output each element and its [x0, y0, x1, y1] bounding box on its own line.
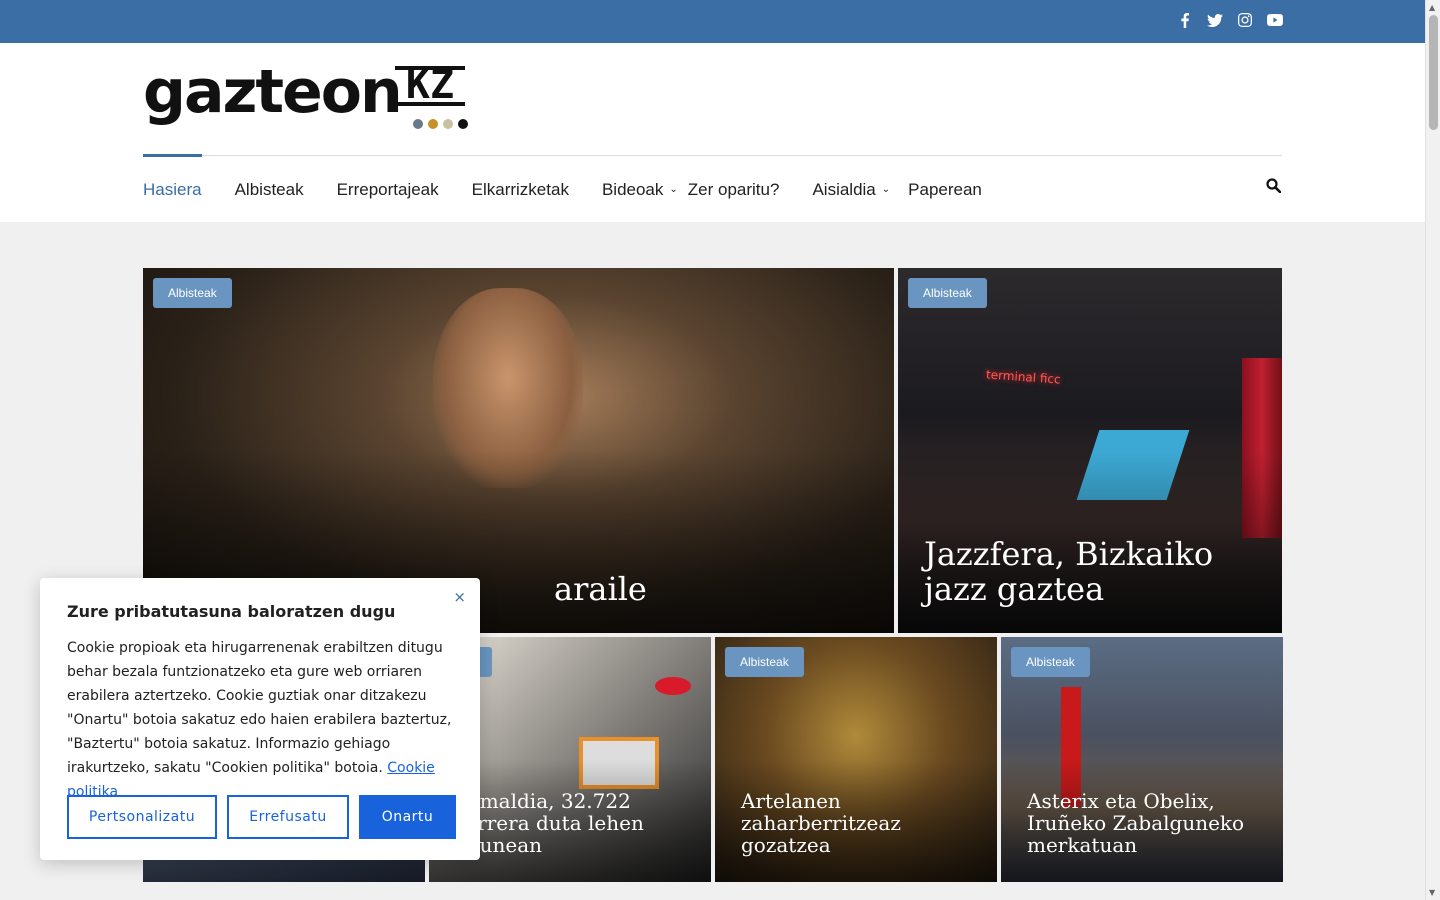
cookie-body: Cookie propioak eta hirugarrenenak erabi… [67, 636, 457, 804]
story-title[interactable]: araile [554, 571, 874, 607]
nav-label: Erreportajeak [336, 180, 439, 199]
nav-item-aisialdia[interactable]: Aisialdia ⌄ [812, 156, 890, 223]
cookie-consent-dialog: × Zure pribatutasuna baloratzen dugu Coo… [40, 578, 480, 860]
site-logo[interactable]: gazteon KZ [143, 57, 473, 133]
top-bar [0, 0, 1425, 43]
accept-button[interactable]: Onartu [359, 795, 456, 839]
story-title[interactable]: Asterix eta Obelix, Iruñeko Zabalguneko … [1027, 790, 1263, 856]
reject-button[interactable]: Errefusatu [227, 795, 349, 839]
story-title[interactable]: nemaldia, 32.722 sarrera duta lehen egun… [455, 790, 691, 856]
facebook-icon[interactable] [1177, 11, 1193, 29]
nav-label: Hasiera [143, 180, 202, 199]
customize-button[interactable]: Pertsonalizatu [67, 795, 217, 839]
site-header: gazteon KZ Hasiera Albisteak Erreportaje… [0, 43, 1425, 222]
logo-dot [458, 119, 468, 129]
nav-label: Albisteak [234, 180, 304, 199]
logo-dot [413, 119, 423, 129]
close-icon[interactable]: × [453, 588, 466, 606]
logo-text: gazteon [143, 57, 403, 127]
instagram-icon[interactable] [1237, 11, 1253, 29]
cookie-text: Cookie propioak eta hirugarrenenak erabi… [67, 640, 452, 776]
nav-item-elkarrizketak[interactable]: Elkarrizketak [472, 156, 569, 223]
story-image-detail: terminal ficc [985, 367, 1062, 387]
chevron-down-icon: ⌄ [669, 184, 678, 195]
search-icon[interactable] [1266, 178, 1282, 196]
main-nav: Hasiera Albisteak Erreportajeak Elkarriz… [143, 154, 1282, 223]
story-title[interactable]: Jazzfera, Bizkaiko jazz gaztea [924, 536, 1262, 607]
story-card[interactable]: Albisteak Artelanen zaharberritzeaz goza… [715, 637, 997, 882]
logo-dot [428, 119, 438, 129]
social-links [1177, 11, 1283, 29]
story-title[interactable]: Artelanen zaharberritzeaz gozatzea [741, 790, 977, 856]
nav-item-bideoak[interactable]: Bideoak ⌄ [602, 156, 678, 223]
category-badge[interactable]: Albisteak [908, 278, 987, 308]
logo-dot [443, 119, 453, 129]
scroll-up-icon[interactable]: ▲ [1429, 3, 1435, 12]
nav-item-erreportajeak[interactable]: Erreportajeak [337, 156, 439, 223]
story-image-detail [655, 677, 691, 695]
nav-label: Bideoak [601, 180, 664, 199]
nav-item-hasiera[interactable]: Hasiera [143, 154, 202, 223]
chevron-down-icon: ⌄ [881, 184, 891, 195]
story-card[interactable]: terminal ficc Albisteak Jazzfera, Bizkai… [898, 268, 1282, 633]
category-badge[interactable]: Albisteak [153, 278, 232, 308]
youtube-icon[interactable] [1267, 11, 1283, 29]
page-scrollbar[interactable]: ▲ ▼ [1425, 0, 1440, 900]
cookie-title: Zure pribatutasuna baloratzen dugu [67, 602, 396, 621]
nav-label: Aisialdia [812, 180, 876, 199]
category-badge[interactable]: Albisteak [1011, 647, 1090, 677]
story-card[interactable]: Albisteak Asterix eta Obelix, Iruñeko Za… [1001, 637, 1283, 882]
logo-kz: KZ [395, 65, 465, 106]
nav-item-albisteak[interactable]: Albisteak [235, 156, 304, 223]
twitter-icon[interactable] [1207, 11, 1223, 29]
nav-label: Paperean [908, 180, 982, 199]
nav-item-zer-oparitu[interactable]: Zer oparitu? [688, 156, 780, 223]
nav-label: Zer oparitu? [687, 180, 780, 199]
nav-label: Elkarrizketak [471, 180, 569, 199]
scroll-down-icon[interactable]: ▼ [1429, 888, 1435, 897]
scrollbar-thumb[interactable] [1429, 15, 1438, 130]
logo-dots [413, 119, 468, 129]
category-badge[interactable]: Albisteak [725, 647, 804, 677]
nav-item-paperean[interactable]: Paperean [908, 156, 982, 223]
